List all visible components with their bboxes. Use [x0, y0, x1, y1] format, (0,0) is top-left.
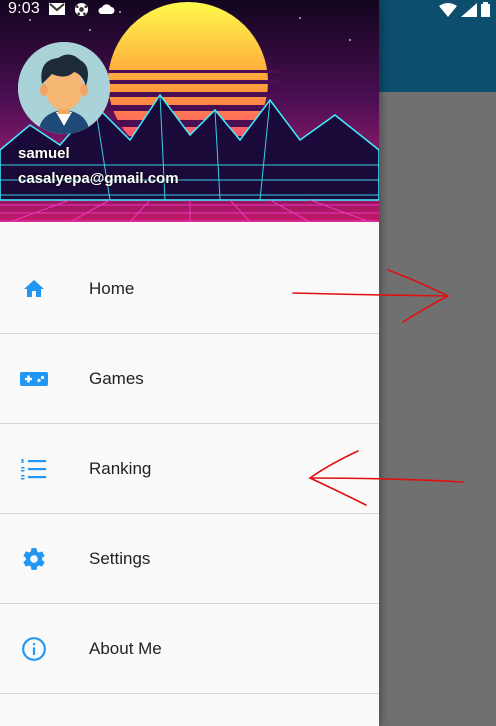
avatar[interactable]: [18, 42, 110, 134]
drawer-menu: Home Games Ranking Settings About Me: [0, 244, 379, 694]
menu-item-label: Settings: [89, 548, 151, 568]
avatar-illustration: [18, 42, 110, 134]
gear-icon: [20, 545, 48, 573]
menu-item-label: Games: [89, 368, 144, 388]
user-name: samuel: [18, 145, 70, 162]
menu-item-about-me[interactable]: About Me: [0, 604, 379, 694]
battery-icon: [481, 2, 490, 17]
menu-item-ranking[interactable]: Ranking: [0, 424, 379, 514]
drawer-header: samuel casalyepa@gmail.com: [0, 0, 379, 222]
gmail-icon: [48, 3, 65, 15]
status-bar: 9:03: [0, 0, 496, 18]
info-icon: [20, 635, 48, 663]
soccer-ball-icon: [74, 2, 89, 16]
list-icon: [20, 455, 48, 483]
menu-item-settings[interactable]: Settings: [0, 514, 379, 604]
status-time: 9:03: [8, 0, 40, 17]
menu-item-home[interactable]: Home: [0, 244, 379, 334]
wifi-icon: [439, 2, 457, 17]
cloud-icon: [98, 4, 115, 14]
home-icon: [20, 275, 48, 303]
menu-item-label: Ranking: [89, 458, 152, 478]
menu-item-games[interactable]: Games: [0, 334, 379, 424]
gamepad-icon: [20, 365, 48, 393]
menu-item-label: Home: [89, 278, 135, 298]
menu-item-label: About Me: [89, 638, 162, 658]
user-email: casalyepa@gmail.com: [18, 170, 179, 187]
signal-icon: [461, 2, 477, 17]
navigation-drawer: samuel casalyepa@gmail.com Home Games Ra…: [0, 0, 379, 726]
